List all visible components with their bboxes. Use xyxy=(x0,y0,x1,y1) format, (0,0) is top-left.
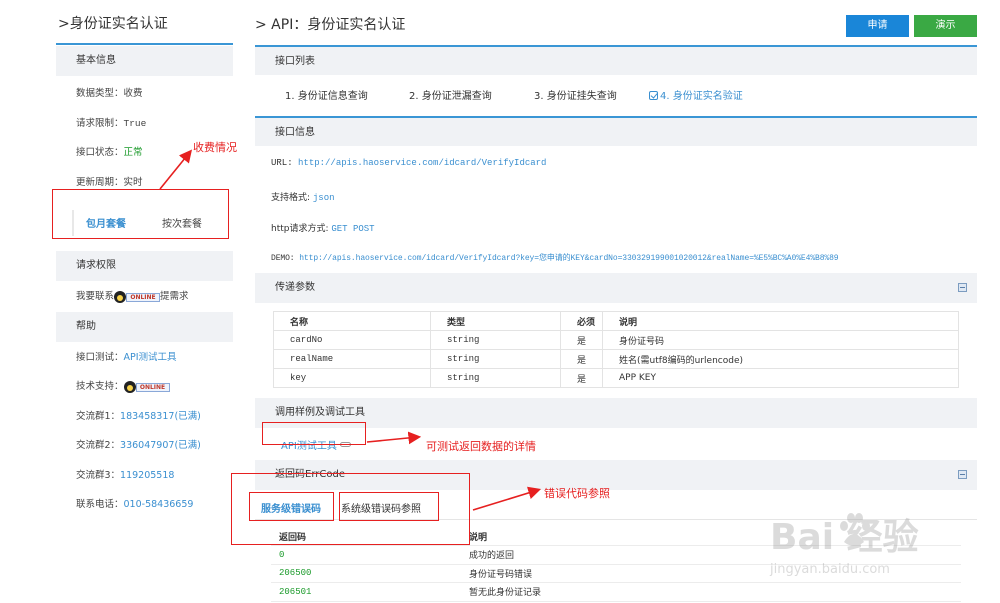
fee-note: 收费情况 xyxy=(193,141,237,154)
group2-row: 交流群2：336047907(已满) xyxy=(76,440,201,451)
tab-id-realname-verify[interactable]: 4. 身份证实名验证 xyxy=(649,87,743,102)
apply-button[interactable]: 申请 xyxy=(846,15,909,37)
api-test-link[interactable]: API测试工具 xyxy=(124,352,177,363)
sidebar-title: >身份证实名认证 xyxy=(56,0,233,45)
tab-id-info-query[interactable]: 1. 身份证信息查询 xyxy=(285,87,368,102)
table-row: cardNo string 是 身份证号码 xyxy=(273,330,959,350)
api-list-header: 接口列表 xyxy=(255,45,977,75)
annotation-box-api-tool xyxy=(262,422,366,445)
url-row: URL: http://apis.haoservice.com/idcard/V… xyxy=(271,158,547,168)
watermark-url: jingyan.baidu.com xyxy=(770,562,890,577)
group3-row: 交流群3：119205518 xyxy=(76,469,175,481)
group3-link[interactable]: 119205518 xyxy=(120,470,174,481)
phone-row: 联系电话：010-58436659 xyxy=(76,499,194,510)
qq-online-badge[interactable]: ONLINE xyxy=(123,380,170,393)
permission-header: 请求权限 xyxy=(56,251,233,281)
method-value: GET POST xyxy=(331,224,375,234)
sidebar: >身份证实名认证 基本信息 数据类型：收费 请求限制：True 接口状态：正常 … xyxy=(56,0,233,603)
table-row: realName string 是 姓名(需utf8编码的urlencode) xyxy=(273,349,959,369)
demo-row: DEMO: http://apis.haoservice.com/idcard/… xyxy=(271,254,839,263)
collapse-icon[interactable] xyxy=(958,283,967,292)
baidu-paw-icon xyxy=(840,513,870,546)
api-info-header: 接口信息 xyxy=(255,116,977,146)
annotation-box-service-tab xyxy=(249,492,334,521)
basic-info-header: 基本信息 xyxy=(56,46,233,76)
checked-icon xyxy=(649,91,658,100)
params-table: 名称 类型 必须 说明 cardNo string 是 身份证号码 realNa… xyxy=(273,311,959,388)
test-note: 可测试返回数据的详情 xyxy=(426,440,536,453)
tech-support-row: 技术支持： ONLINE xyxy=(56,372,233,402)
phone-value: 010-58436659 xyxy=(123,499,194,510)
qq-online-badge[interactable]: ONLINE xyxy=(114,290,161,303)
api-tabs: 1. 身份证信息查询 2. 身份证泄漏查询 3. 身份证挂失查询 4. 身份证实… xyxy=(285,82,975,106)
update-cycle-value: 实时 xyxy=(123,176,143,188)
method-row: http请求方式: GET POST xyxy=(271,224,375,234)
qq-penguin-icon xyxy=(123,380,136,393)
url-value: http://apis.haoservice.com/idcard/Verify… xyxy=(298,158,547,168)
tab-id-loss-query[interactable]: 3. 身份证挂失查询 xyxy=(534,87,617,102)
format-value: json xyxy=(312,193,335,203)
collapse-icon[interactable] xyxy=(958,470,967,479)
baidu-watermark: Bai 经验 jingyan.baidu.com xyxy=(760,508,960,598)
page-title: > API：身份证实名认证 xyxy=(255,17,406,33)
annotation-box-plans xyxy=(52,189,229,239)
data-type-row: 数据类型：收费 xyxy=(76,88,143,99)
group1-row: 交流群1：183458317(已满) xyxy=(76,410,201,422)
err-note: 错误代码参照 xyxy=(544,487,610,500)
api-test-row: 接口测试：API测试工具 xyxy=(76,351,177,363)
format-row: 支持格式: json xyxy=(271,193,335,203)
help-header: 帮助 xyxy=(56,311,233,342)
tab-id-leak-query[interactable]: 2. 身份证泄漏查询 xyxy=(409,87,492,102)
table-row: key string 是 APP KEY xyxy=(273,368,959,388)
demo-button[interactable]: 演示 xyxy=(914,15,977,37)
params-header: 传递参数 xyxy=(255,273,977,303)
demo-url[interactable]: http://apis.haoservice.com/idcard/Verify… xyxy=(299,254,838,263)
request-limit-value: True xyxy=(123,117,147,129)
params-header-row: 名称 类型 必须 说明 xyxy=(273,311,959,331)
contact-row: 我要联系 ONLINE 提需求 xyxy=(76,290,189,303)
request-limit-row: 请求限制：True xyxy=(76,117,147,129)
group2-link[interactable]: 336047907(已满) xyxy=(120,440,201,451)
annotation-box-system-tab xyxy=(339,492,439,521)
api-status-value: 正常 xyxy=(123,147,143,158)
group1-link[interactable]: 183458317(已满) xyxy=(120,411,201,422)
data-type-value: 收费 xyxy=(123,88,143,99)
qq-penguin-icon xyxy=(114,290,127,303)
